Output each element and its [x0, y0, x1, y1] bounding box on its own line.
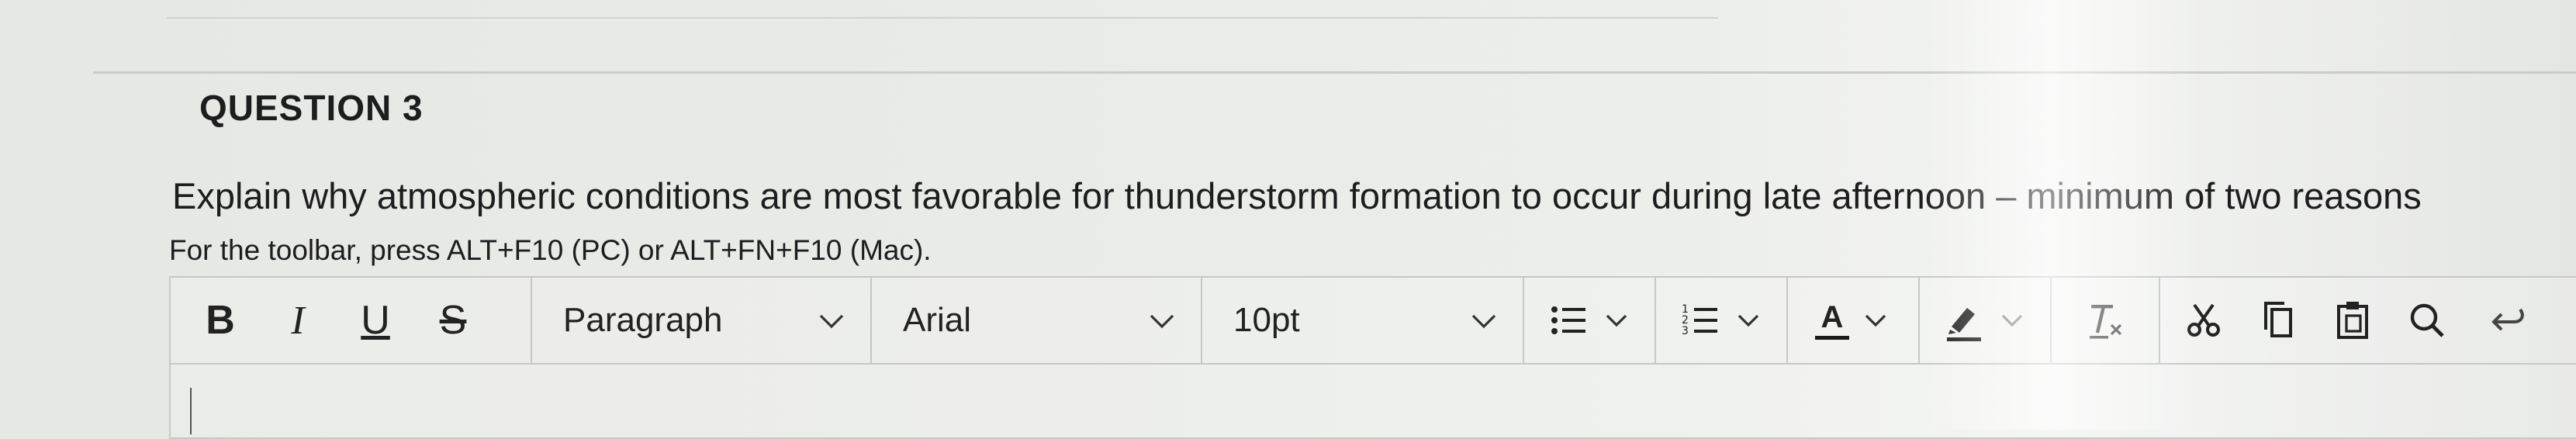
- chevron-down-icon: [1865, 314, 1886, 327]
- text-color-icon: A: [1815, 302, 1849, 340]
- bullet-list-button[interactable]: [1524, 278, 1656, 363]
- numbered-list-icon: 1 2 3: [1682, 303, 1717, 337]
- magnifier-icon: [2410, 303, 2444, 337]
- undo-icon: [2491, 308, 2524, 331]
- highlighter-icon: [1947, 308, 1981, 341]
- bold-button[interactable]: B: [182, 278, 259, 363]
- rich-text-editor: B I U S Paragraph Arial 10pt 1 2 3 A: [169, 276, 2576, 439]
- font-family-select[interactable]: Arial: [872, 278, 1202, 363]
- editor-content-area[interactable]: [171, 365, 2576, 437]
- chevron-down-icon: [1150, 314, 1174, 329]
- chevron-down-icon: [1738, 314, 1759, 327]
- question-heading: QUESTION 3: [199, 88, 424, 128]
- toolbar-hint: For the toolbar, press ALT+F10 (PC) or A…: [169, 234, 932, 266]
- chevron-down-icon: [1606, 314, 1627, 327]
- underline-button[interactable]: U: [337, 278, 414, 363]
- editor-toolbar: B I U S Paragraph Arial 10pt 1 2 3 A: [171, 278, 2576, 365]
- font-size-select[interactable]: 10pt: [1202, 278, 1524, 363]
- block-format-value: Paragraph: [563, 301, 723, 339]
- copy-button[interactable]: [2241, 278, 2315, 363]
- font-size-value: 10pt: [1233, 301, 1300, 339]
- block-format-select[interactable]: Paragraph: [532, 278, 872, 363]
- bullet-list-icon: [1551, 306, 1585, 334]
- clear-formatting-icon: [2090, 305, 2122, 339]
- find-button[interactable]: [2390, 278, 2464, 363]
- clipboard-group: [2160, 278, 2557, 363]
- text-format-group: B I U S: [171, 278, 532, 363]
- italic-button[interactable]: I: [259, 278, 337, 363]
- svg-text:3: 3: [1682, 325, 1689, 337]
- text-cursor: [190, 388, 192, 434]
- chevron-down-icon: [1471, 314, 1496, 329]
- highlight-color-button[interactable]: [1920, 278, 2052, 363]
- question-prompt: Explain why atmospheric conditions are m…: [172, 175, 2422, 216]
- paste-button[interactable]: [2315, 278, 2390, 363]
- copy-icon: [2264, 302, 2292, 337]
- section-divider: [93, 71, 2576, 74]
- undo-button[interactable]: [2464, 278, 2557, 363]
- chevron-down-icon: [2001, 314, 2023, 327]
- top-divider: [167, 17, 1718, 19]
- numbered-list-button[interactable]: 1 2 3: [1656, 278, 1788, 363]
- text-color-bar: [1815, 335, 1849, 340]
- text-color-button[interactable]: A: [1788, 278, 1920, 363]
- chevron-down-icon: [819, 314, 844, 329]
- text-color-glyph: A: [1820, 299, 1844, 334]
- font-family-value: Arial: [903, 301, 972, 339]
- clipboard-icon: [2337, 302, 2368, 339]
- cut-button[interactable]: [2166, 278, 2241, 363]
- scissors-icon: [2187, 303, 2220, 337]
- clear-formatting-button[interactable]: [2052, 278, 2160, 363]
- strikethrough-button[interactable]: S: [414, 278, 492, 363]
